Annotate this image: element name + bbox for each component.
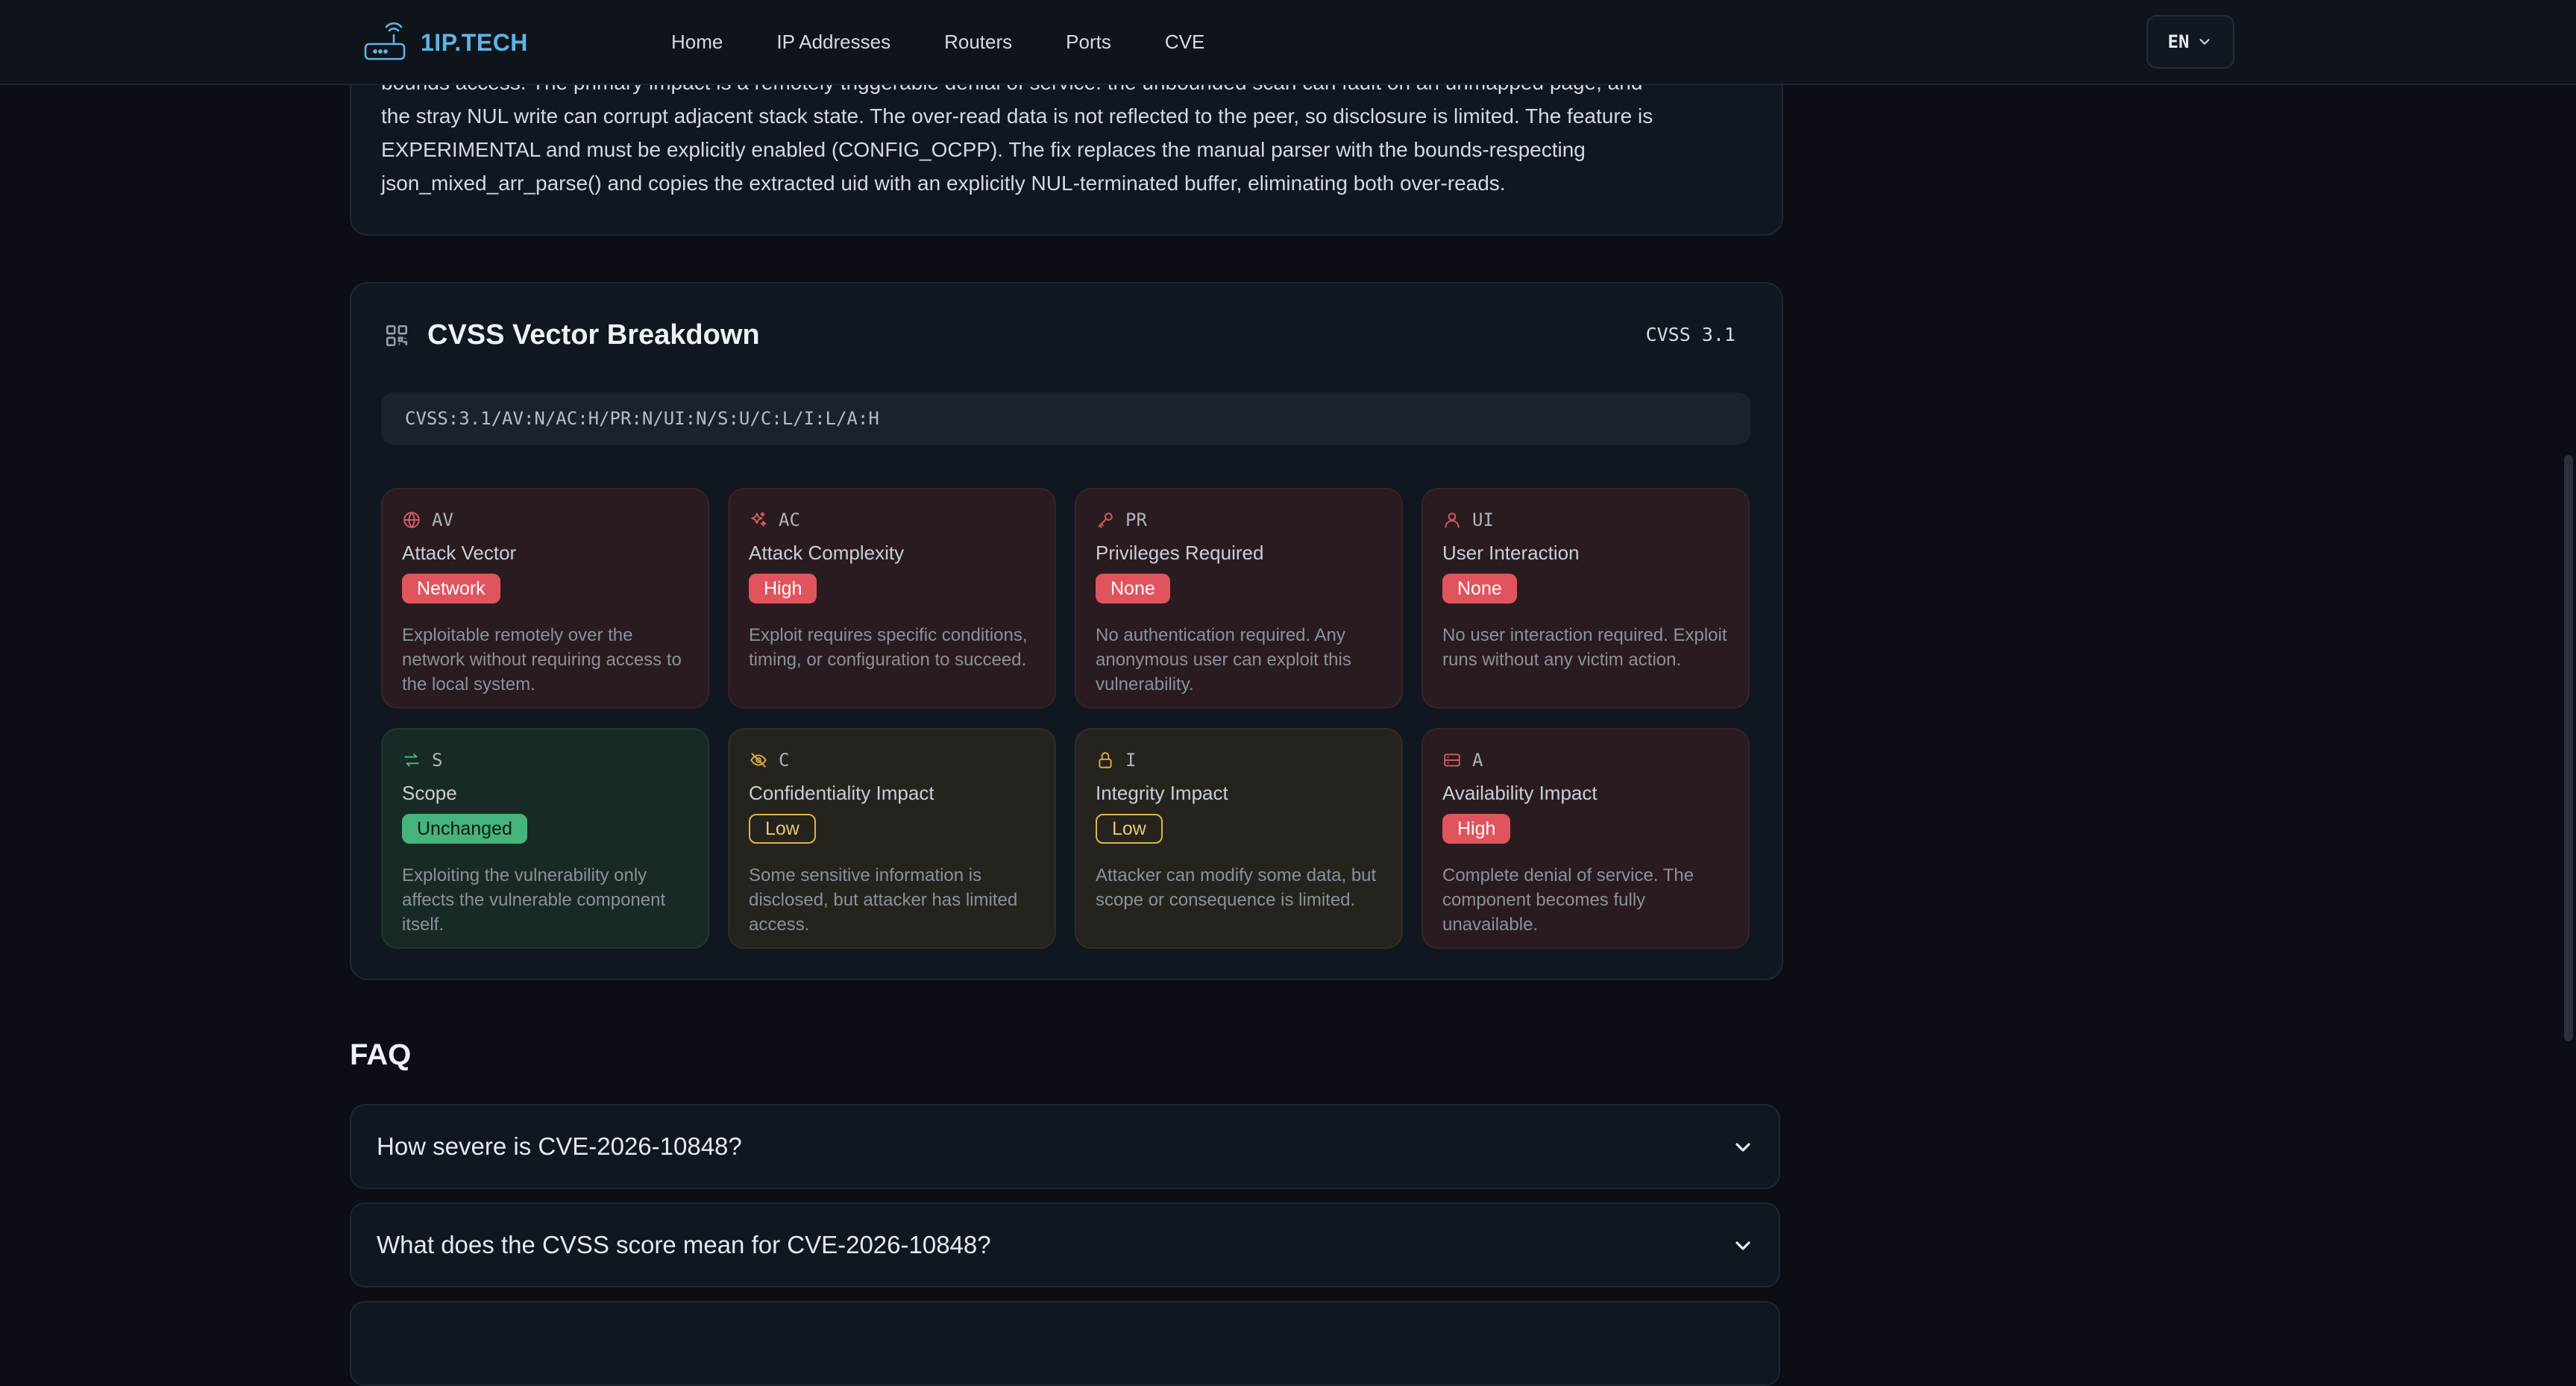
metric-value-badge: Network — [402, 574, 500, 603]
nav-link-cve[interactable]: CVE — [1165, 31, 1204, 54]
metric-card-ui: UI User Interaction None No user interac… — [1421, 488, 1750, 709]
metric-value-badge: Low — [1096, 814, 1163, 844]
globe-icon — [403, 512, 420, 528]
cvss-header: CVSS Vector Breakdown — [384, 319, 760, 351]
metric-value-badge: Low — [749, 814, 816, 844]
metric-card-i: I Integrity Impact Low Attacker can modi… — [1075, 728, 1403, 949]
chevron-down-icon — [1735, 1241, 1750, 1250]
faq-heading: FAQ — [350, 1038, 412, 1071]
metric-code: PR — [1125, 509, 1147, 530]
page-scrollbar-thumb[interactable] — [2564, 455, 2573, 1041]
eye-off-icon — [750, 753, 767, 768]
metric-code: AC — [779, 509, 800, 530]
faq-question: How severe is CVE-2026-10848? — [377, 1132, 742, 1160]
description-line: the stray NUL write can corrupt adjacent… — [381, 104, 1653, 128]
metric-code: A — [1472, 750, 1483, 771]
server-icon — [1444, 753, 1460, 767]
metric-card-pr: PR Privileges Required None No authentic… — [1075, 488, 1403, 709]
metric-name: Privileges Required — [1096, 542, 1264, 564]
cvss-vector-string[interactable]: CVSS:3.1/AV:N/AC:H/PR:N/UI:N/S:U/C:L/I:L… — [381, 392, 1750, 445]
metric-description: No authentication required. Any anonymou… — [1096, 625, 1351, 694]
metric-description: Exploiting the vulnerability only affect… — [402, 865, 666, 935]
metric-description: Some sensitive information is disclosed,… — [749, 865, 1018, 935]
faq-question: What does the CVSS score mean for CVE-20… — [377, 1231, 991, 1258]
metric-value-badge: None — [1096, 574, 1170, 603]
metric-card-av: AV Attack Vector Network Exploitable rem… — [381, 488, 709, 709]
metric-name: Confidentiality Impact — [749, 782, 934, 804]
metric-description: Exploitable remotely over the network wi… — [402, 625, 682, 694]
top-navbar: 1IP.TECH Home IP Addresses Routers Ports… — [0, 0, 2576, 85]
metric-name: User Interaction — [1442, 542, 1580, 564]
metric-card-c: C Confidentiality Impact Low Some sensit… — [728, 728, 1056, 949]
metric-value-badge: Unchanged — [402, 814, 527, 844]
metric-card-a: A Availability Impact High Complete deni… — [1421, 728, 1750, 949]
metric-name: Scope — [402, 782, 457, 804]
brand-logo-link[interactable]: 1IP.TECH — [362, 16, 528, 69]
metric-value-badge: High — [1442, 814, 1511, 844]
metric-code: AV — [432, 509, 453, 530]
metric-description: Attacker can modify some data, but scope… — [1096, 865, 1377, 910]
brand-name: 1IP.TECH — [421, 28, 528, 56]
metric-name: Integrity Impact — [1096, 782, 1228, 804]
metric-card-ac: AC Attack Complexity High Exploit requir… — [728, 488, 1056, 709]
metric-name: Attack Vector — [402, 542, 517, 564]
main-nav: Home IP Addresses Routers Ports CVE — [671, 0, 1204, 84]
faq-item[interactable]: How severe is CVE-2026-10848? — [350, 1104, 1780, 1189]
cvss-title: CVSS Vector Breakdown — [427, 319, 760, 351]
metric-card-s: S Scope Unchanged Exploiting the vulnera… — [381, 728, 709, 949]
key-icon — [1098, 512, 1113, 528]
metric-code: I — [1125, 750, 1137, 771]
nav-link-routers[interactable]: Routers — [944, 31, 1012, 54]
metric-code: C — [779, 750, 790, 771]
metric-value-badge: None — [1442, 574, 1517, 603]
description-text: bounds access. The primary impact is a r… — [381, 66, 1753, 200]
chevron-down-icon — [2199, 39, 2211, 45]
metric-description: No user interaction required. Exploit ru… — [1442, 625, 1727, 670]
description-line: EXPERIMENTAL and must be explicitly enab… — [381, 138, 1586, 161]
user-icon — [1445, 512, 1460, 528]
router-icon — [364, 22, 406, 60]
qr-grid-icon — [386, 324, 408, 346]
language-selector[interactable]: EN — [2146, 15, 2234, 69]
nav-link-ports[interactable]: Ports — [1066, 31, 1111, 54]
faq-item[interactable]: What does the CVSS score mean for CVE-20… — [350, 1202, 1780, 1288]
nav-link-ip-addresses[interactable]: IP Addresses — [776, 31, 890, 54]
description-line: json_mixed_arr_parse() and copies the ex… — [381, 172, 1506, 195]
metric-value-badge: High — [749, 574, 817, 603]
faq-item[interactable] — [350, 1301, 1780, 1386]
arrows-swap-icon — [404, 753, 419, 767]
language-label: EN — [2167, 31, 2190, 52]
lock-icon — [1099, 752, 1112, 768]
cvss-breakdown-card: CVSS Vector Breakdown CVSS 3.1 CVSS:3.1/… — [350, 282, 1783, 980]
metric-name: Attack Complexity — [749, 542, 905, 564]
nav-link-home[interactable]: Home — [671, 31, 723, 54]
metric-code: S — [432, 750, 443, 771]
chevron-down-icon — [1735, 1143, 1750, 1152]
metric-description: Complete denial of service. The componen… — [1442, 865, 1694, 935]
cvss-version-label: CVSS 3.1 — [1645, 324, 1735, 345]
metric-description: Exploit requires specific conditions, ti… — [749, 625, 1028, 670]
metric-code: UI — [1472, 509, 1494, 530]
sparkles-icon — [751, 512, 767, 527]
metric-name: Availability Impact — [1442, 782, 1598, 804]
